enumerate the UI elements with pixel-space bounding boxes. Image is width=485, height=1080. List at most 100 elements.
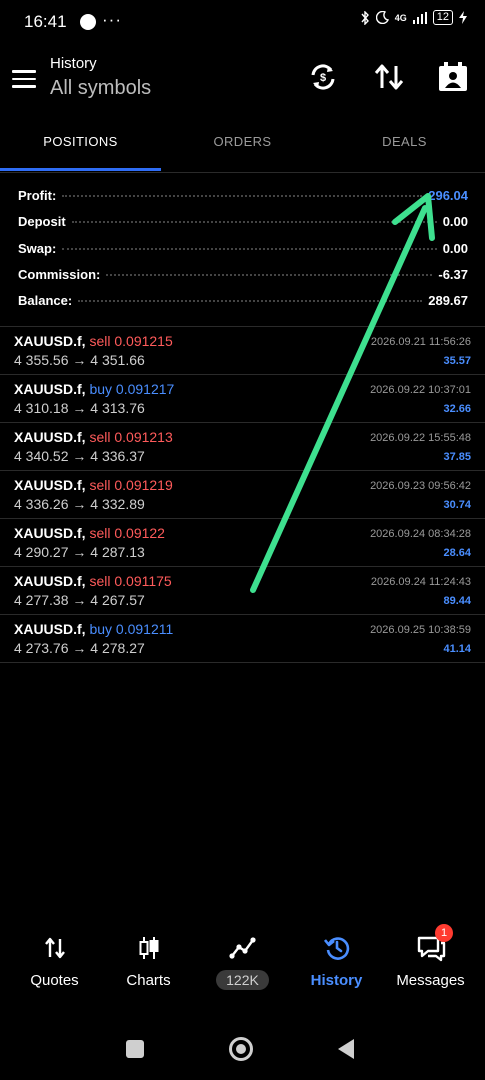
list-item[interactable]: XAUUSD.f, sell 0.09122 4 290.27 → 4 287.… [0,518,485,566]
calendar-icon[interactable] [436,60,470,94]
nav-history[interactable]: History [288,930,385,989]
deal-time: 2026.09.25 10:38:59 [370,624,471,636]
arrow-right-icon: → [72,352,87,368]
signal-icon [412,11,427,24]
sort-icon[interactable] [372,60,406,94]
status-right: 4G 12 [360,10,467,25]
nav-trade[interactable]: 122K [194,930,291,990]
network-type: 4G [394,12,407,23]
deal-profit: 28.64 [443,547,471,559]
tab-positions[interactable]: POSITIONS [0,120,161,170]
sync-currency-icon[interactable]: $ [306,60,340,94]
close-price: 4 332.89 [90,496,145,512]
list-item[interactable]: XAUUSD.f, sell 0.091219 4 336.26 → 4 332… [0,470,485,518]
charts-icon [139,937,158,959]
quotes-icon [44,937,65,959]
deal-volume: 0.091217 [115,381,175,397]
active-tab-indicator [0,168,161,171]
deal-time: 2026.09.23 09:56:42 [370,480,471,492]
deal-symbol: XAUUSD.f, [14,333,86,349]
history-icon [323,937,349,960]
deal-volume: 0.091175 [114,573,172,589]
deal-volume: 0.091211 [115,621,174,637]
deal-side: sell [89,477,111,493]
summary-deposit: Deposit 0.00 [18,211,468,231]
open-price: 4 277.38 [14,592,69,608]
summary-value: 296.04 [428,187,468,203]
deal-side: buy [89,621,113,637]
close-price: 4 278.27 [90,640,145,656]
arrow-right-icon: → [72,640,87,656]
open-price: 4 340.52 [14,448,69,464]
arrow-right-icon: → [72,400,87,416]
deal-profit: 30.74 [443,499,471,511]
status-time: 16:41 [24,12,67,31]
system-navigation [0,1028,485,1068]
list-item[interactable]: XAUUSD.f, sell 0.091213 4 340.52 → 4 336… [0,422,485,470]
open-price: 4 336.26 [14,496,69,512]
summary-profit: Profit: 296.04 [18,185,468,205]
open-price: 4 310.18 [14,400,69,416]
summary-value: -6.37 [438,266,468,282]
deal-profit: 89.44 [443,595,471,607]
close-price: 4 336.37 [90,448,145,464]
deal-time: 2026.09.22 10:37:01 [370,384,471,396]
summary-label: Profit: [18,187,57,203]
tab-bar: POSITIONS ORDERS DEALS [0,120,485,173]
menu-icon[interactable] [12,70,36,88]
summary-value: 289.67 [428,292,468,308]
nav-quotes[interactable]: Quotes [6,930,103,989]
open-price: 4 290.27 [14,544,69,560]
deal-volume: 0.091213 [114,429,173,445]
arrow-right-icon: → [72,496,87,512]
deal-profit: 35.57 [443,355,471,367]
list-item[interactable]: XAUUSD.f, sell 0.091215 4 355.56 → 4 351… [0,326,485,374]
list-item[interactable]: XAUUSD.f, buy 0.091211 4 273.76 → 4 278.… [0,614,485,663]
messenger-icon [80,14,96,30]
summary-commission: Commission: -6.37 [18,264,468,284]
symbol-filter[interactable]: All symbols [50,77,151,100]
close-price: 4 313.76 [90,400,145,416]
tab-orders[interactable]: ORDERS [162,120,323,170]
dotted-leader [71,221,437,223]
summary-value: 0.00 [442,240,468,256]
deal-volume: 0.091219 [114,477,173,493]
nav-messages[interactable]: 1 Messages [382,924,479,989]
dnd-moon-icon [375,11,389,24]
close-price: 4 351.66 [90,352,145,368]
open-price: 4 273.76 [14,640,69,656]
deal-symbol: XAUUSD.f, [14,477,86,493]
nav-charts[interactable]: Charts [100,930,197,989]
home-button[interactable] [229,1037,253,1061]
more-notifications-icon: ··· [102,10,122,29]
dotted-leader [78,300,423,302]
tab-deals[interactable]: DEALS [324,120,485,170]
summary-label: Balance: [18,292,73,308]
nav-label: Quotes [30,972,79,989]
deal-side: buy [89,381,113,397]
page-title: History [50,55,97,72]
battery-icon: 12 [432,10,453,25]
nav-label: Charts [126,972,171,989]
dotted-leader [62,248,437,250]
charging-icon [459,11,467,24]
summary-label: Commission: [18,266,101,282]
deal-profit: 37.85 [443,451,471,463]
deal-profit: 41.14 [443,643,471,655]
arrow-right-icon: → [72,544,87,560]
dotted-leader [106,274,433,276]
close-price: 4 267.57 [90,592,145,608]
bottom-nav: Quotes Charts 122K History 1 Messages [0,924,485,1000]
summary-swap: Swap: 0.00 [18,238,468,258]
deal-side: sell [89,429,111,445]
list-item[interactable]: XAUUSD.f, sell 0.091175 4 277.38 → 4 267… [0,566,485,614]
recents-button[interactable] [126,1040,144,1058]
deal-symbol: XAUUSD.f, [14,429,86,445]
summary-value: 0.00 [442,213,468,229]
nav-label: History [310,972,363,989]
deal-time: 2026.09.24 11:24:43 [370,576,471,588]
list-item[interactable]: XAUUSD.f, buy 0.091217 4 310.18 → 4 313.… [0,374,485,422]
back-button[interactable] [336,1038,356,1060]
deal-side: sell [89,525,111,541]
nav-label: Messages [396,972,465,989]
